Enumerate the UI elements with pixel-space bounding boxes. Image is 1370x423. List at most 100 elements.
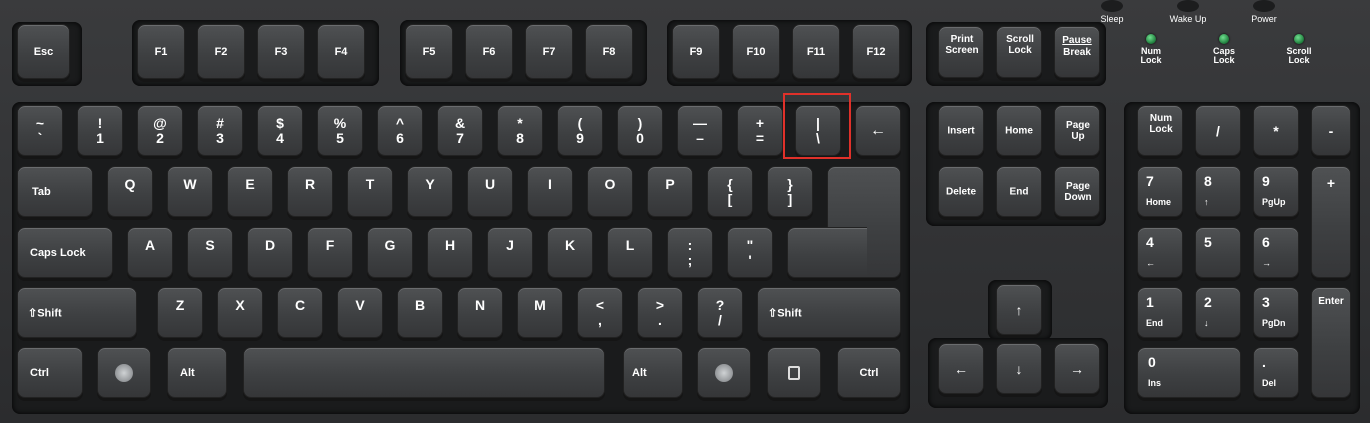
- f12-key[interactable]: F12: [852, 24, 900, 79]
- w-key[interactable]: W: [167, 166, 213, 217]
- f5-key[interactable]: F5: [405, 24, 453, 79]
- left-ctrl-key[interactable]: Ctrl: [17, 347, 83, 398]
- f7-key[interactable]: F7: [525, 24, 573, 79]
- right-bracket-key[interactable]: }]: [767, 166, 813, 217]
- t-key[interactable]: T: [347, 166, 393, 217]
- f3-key[interactable]: F3: [257, 24, 305, 79]
- right-shift-key[interactable]: ⇧Shift: [757, 287, 901, 338]
- arrow-left-key[interactable]: ←: [938, 343, 984, 394]
- j-key[interactable]: J: [487, 227, 533, 278]
- f8-key[interactable]: F8: [585, 24, 633, 79]
- numpad-add-key[interactable]: +: [1311, 166, 1351, 278]
- b-key[interactable]: B: [397, 287, 443, 338]
- page-up-key[interactable]: Page Up: [1054, 105, 1100, 156]
- h-key[interactable]: H: [427, 227, 473, 278]
- f2-key[interactable]: F2: [197, 24, 245, 79]
- numpad-3-key[interactable]: 3 PgDn: [1253, 287, 1299, 338]
- semicolon-key[interactable]: :;: [667, 227, 713, 278]
- caps-lock-key[interactable]: Caps Lock: [17, 227, 113, 278]
- f4-key[interactable]: F4: [317, 24, 365, 79]
- numpad-0-key[interactable]: 0 Ins: [1137, 347, 1241, 398]
- home-key[interactable]: Home: [996, 105, 1042, 156]
- scroll-lock-key[interactable]: Scroll Lock: [996, 26, 1042, 78]
- numpad-decimal-key[interactable]: . Del: [1253, 347, 1299, 398]
- numpad-2-key[interactable]: 2 ↓: [1195, 287, 1241, 338]
- key-3[interactable]: #3: [197, 105, 243, 156]
- menu-key[interactable]: [767, 347, 821, 398]
- i-key[interactable]: I: [527, 166, 573, 217]
- comma-key[interactable]: <,: [577, 287, 623, 338]
- left-bracket-key[interactable]: {[: [707, 166, 753, 217]
- r-key[interactable]: R: [287, 166, 333, 217]
- esc-key[interactable]: Esc: [17, 24, 70, 79]
- f6-key[interactable]: F6: [465, 24, 513, 79]
- arrow-up-key[interactable]: ↑: [996, 284, 1042, 335]
- key-6[interactable]: ^ 6: [377, 105, 423, 156]
- c-key[interactable]: C: [277, 287, 323, 338]
- numpad-6-key[interactable]: 6 →: [1253, 227, 1299, 278]
- left-windows-key[interactable]: [97, 347, 151, 398]
- key-9[interactable]: (9: [557, 105, 603, 156]
- n-key[interactable]: N: [457, 287, 503, 338]
- numpad-enter-key[interactable]: Enter: [1311, 287, 1351, 398]
- numpad-divide-key[interactable]: /: [1195, 105, 1241, 156]
- key-8[interactable]: * 8: [497, 105, 543, 156]
- v-key[interactable]: V: [337, 287, 383, 338]
- page-down-key[interactable]: Page Down: [1054, 166, 1100, 217]
- g-key[interactable]: G: [367, 227, 413, 278]
- insert-key[interactable]: Insert: [938, 105, 984, 156]
- space-bar[interactable]: [243, 347, 605, 398]
- a-key[interactable]: A: [127, 227, 173, 278]
- right-ctrl-key[interactable]: Ctrl: [837, 347, 901, 398]
- left-alt-key[interactable]: Alt: [167, 347, 227, 398]
- left-shift-key[interactable]: ⇧Shift: [17, 287, 137, 338]
- quote-key[interactable]: " ': [727, 227, 773, 278]
- period-key[interactable]: >.: [637, 287, 683, 338]
- f-key[interactable]: F: [307, 227, 353, 278]
- key-7[interactable]: & 7: [437, 105, 483, 156]
- print-screen-key[interactable]: Print Screen: [938, 26, 984, 78]
- tab-key[interactable]: Tab: [17, 166, 93, 217]
- key-4[interactable]: $4: [257, 105, 303, 156]
- y-key[interactable]: Y: [407, 166, 453, 217]
- d-key[interactable]: D: [247, 227, 293, 278]
- f1-key[interactable]: F1: [137, 24, 185, 79]
- numpad-multiply-key[interactable]: *: [1253, 105, 1299, 156]
- l-key[interactable]: L: [607, 227, 653, 278]
- right-windows-key[interactable]: [697, 347, 751, 398]
- key-2[interactable]: @2: [137, 105, 183, 156]
- numpad-9-key[interactable]: 9 PgUp: [1253, 166, 1299, 217]
- k-key[interactable]: K: [547, 227, 593, 278]
- equals-key[interactable]: + =: [737, 105, 783, 156]
- key-0[interactable]: ) 0: [617, 105, 663, 156]
- sleep-button[interactable]: Sleep: [1082, 0, 1142, 24]
- numpad-1-key[interactable]: 1 End: [1137, 287, 1183, 338]
- power-button[interactable]: Power: [1234, 0, 1294, 24]
- o-key[interactable]: O: [587, 166, 633, 217]
- key-1[interactable]: ! 1: [77, 105, 123, 156]
- p-key[interactable]: P: [647, 166, 693, 217]
- numpad-8-key[interactable]: 8 ↑: [1195, 166, 1241, 217]
- end-key[interactable]: End: [996, 166, 1042, 217]
- f9-key[interactable]: F9: [672, 24, 720, 79]
- numpad-5-key[interactable]: 5: [1195, 227, 1241, 278]
- z-key[interactable]: Z: [157, 287, 203, 338]
- right-alt-key[interactable]: Alt: [623, 347, 683, 398]
- e-key[interactable]: E: [227, 166, 273, 217]
- m-key[interactable]: M: [517, 287, 563, 338]
- x-key[interactable]: X: [217, 287, 263, 338]
- minus-key[interactable]: — –: [677, 105, 723, 156]
- q-key[interactable]: Q: [107, 166, 153, 217]
- u-key[interactable]: U: [467, 166, 513, 217]
- backspace-key[interactable]: ←: [855, 105, 901, 156]
- arrow-right-key[interactable]: →: [1054, 343, 1100, 394]
- wake-up-button[interactable]: Wake Up: [1158, 0, 1218, 24]
- enter-key-lower[interactable]: [787, 227, 867, 278]
- pause-break-key[interactable]: Pause Break: [1054, 26, 1100, 78]
- delete-key[interactable]: Delete: [938, 166, 984, 217]
- f10-key[interactable]: F10: [732, 24, 780, 79]
- numpad-subtract-key[interactable]: -: [1311, 105, 1351, 156]
- numpad-4-key[interactable]: 4 ←: [1137, 227, 1183, 278]
- backtick-key[interactable]: ~ `: [17, 105, 63, 156]
- arrow-down-key[interactable]: ↓: [996, 343, 1042, 394]
